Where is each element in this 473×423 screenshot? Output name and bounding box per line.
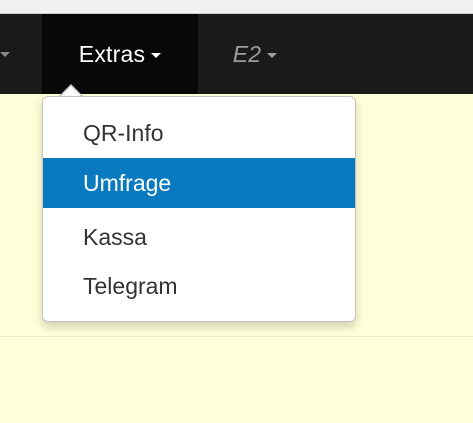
nav-item-label: E2 [232, 40, 262, 67]
chevron-down-icon[interactable] [0, 52, 10, 57]
chevron-down-icon [267, 52, 278, 58]
nav-item-extras[interactable]: Extras [42, 14, 198, 94]
menu-item-telegram[interactable]: Telegram [43, 261, 355, 311]
menu-item-umfrage[interactable]: Umfrage [43, 158, 355, 208]
nav-item-e2[interactable]: E2 [205, 14, 305, 94]
menu-item-kassa[interactable]: Kassa [43, 212, 355, 262]
extras-dropdown-menu: QR-Info Umfrage Kassa Telegram [42, 96, 356, 322]
menu-item-qr-info[interactable]: QR-Info [43, 108, 355, 158]
content-divider [0, 336, 473, 337]
chevron-down-icon [151, 52, 162, 58]
navbar: Extras E2 [0, 14, 473, 94]
browser-top-strip [0, 0, 473, 14]
nav-item-label: Extras [78, 40, 146, 67]
